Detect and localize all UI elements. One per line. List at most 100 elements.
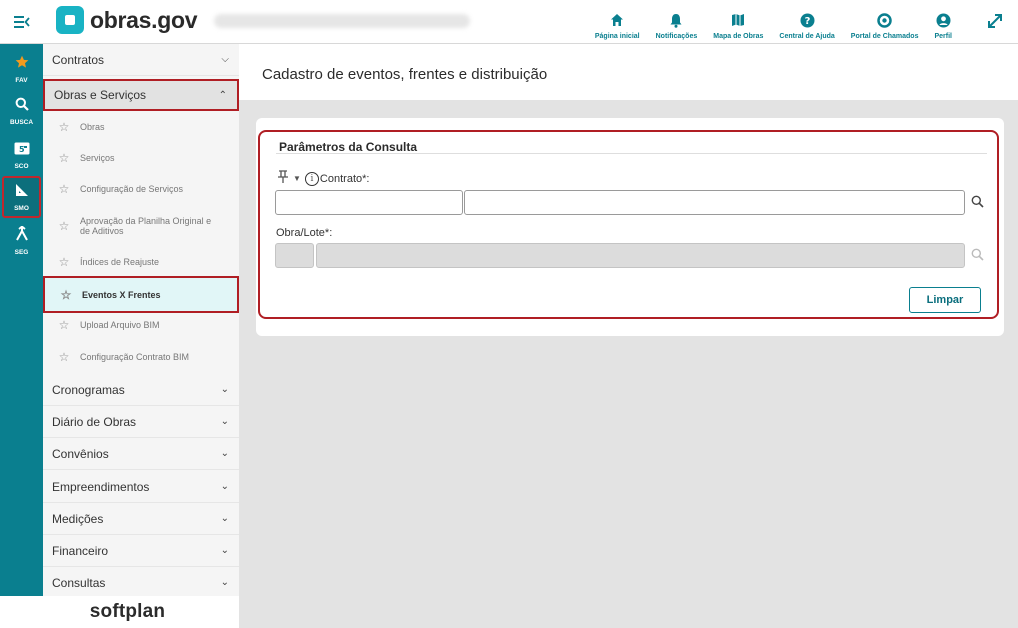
sidebar-item-label: Eventos X Frentes	[82, 289, 161, 300]
sidebar-group-obras-servicos[interactable]: Obras e Serviços ⌃	[43, 79, 239, 111]
obra-lote-label: Obra/Lote*:	[276, 227, 333, 239]
sidebar-item-obras[interactable]: ☆ Obras	[43, 112, 239, 142]
bell-icon	[669, 11, 683, 29]
logo-text: obras.gov	[90, 6, 198, 33]
sidebar-item-label: Obras	[80, 122, 105, 132]
rail-item-label: FAV	[15, 76, 28, 84]
contrato-code-input[interactable]	[275, 190, 463, 215]
sidebar-item-config-servicos[interactable]: ☆ Configuração de Serviços	[43, 174, 239, 204]
star-outline-icon: ☆	[60, 287, 72, 302]
ruler-triangle-icon	[15, 183, 29, 202]
rail-item-busca[interactable]: BUSCA	[2, 90, 41, 132]
sidebar-item-aprovacao[interactable]: ☆ Aprovação da Planilha Original e de Ad…	[43, 206, 239, 246]
logo-icon	[56, 6, 84, 34]
nav-profile-label: Perfil	[934, 33, 952, 40]
sidebar-group-medicoes[interactable]: Medições ⌄	[43, 503, 239, 535]
sco-icon: 5	[14, 142, 30, 160]
obra-search-icon[interactable]	[971, 248, 984, 264]
rail-item-sco[interactable]: 5 SCO	[2, 135, 41, 177]
sidebar-group-label: Contratos	[52, 52, 105, 67]
sidebar-item-servicos[interactable]: ☆ Serviços	[43, 143, 239, 173]
environment-label-blurred	[214, 14, 470, 28]
page-title: Cadastro de eventos, frentes e distribui…	[262, 66, 548, 83]
sidebar-group-consultas[interactable]: Consultas ⌄	[43, 567, 239, 596]
sidebar-item-label: Configuração de Serviços	[80, 184, 184, 194]
module-rail: FAV BUSCA 5 SCO SMO SEG	[0, 44, 43, 596]
contrato-description-input[interactable]	[464, 190, 965, 215]
nav-map[interactable]: Mapa de Obras	[705, 4, 771, 40]
chevron-up-icon: ⌃	[218, 89, 227, 101]
chevron-down-icon: ⌄	[220, 481, 229, 492]
sidebar-group-convenios[interactable]: Convênios ⌄	[43, 438, 239, 470]
top-header: obras.gov Página inicial Notificações Ma…	[0, 0, 1018, 44]
sidebar-menu: Contratos ⌵ Obras e Serviços ⌃ ☆ Obras ☆…	[43, 44, 239, 596]
sidebar-item-label-line1: Aprovação da Planilha Original e	[80, 216, 212, 226]
nav-tickets[interactable]: Portal de Chamados	[843, 4, 927, 40]
home-icon	[610, 11, 624, 29]
user-icon	[936, 11, 951, 29]
top-navigation: Página inicial Notificações Mapa de Obra…	[587, 4, 960, 40]
map-icon	[731, 11, 745, 29]
sidebar-footer: softplan	[0, 596, 239, 628]
caret-down-icon[interactable]: ▼	[293, 174, 301, 183]
help-icon: ?	[800, 11, 815, 29]
rail-item-label: SMO	[14, 204, 29, 212]
sidebar-item-upload-bim[interactable]: ☆ Upload Arquivo BIM	[43, 310, 239, 340]
sidebar-group-label: Financeiro	[52, 543, 109, 558]
sidebar-group-contratos[interactable]: Contratos ⌵	[43, 44, 239, 76]
sidebar-group-empreendimentos[interactable]: Empreendimentos ⌄	[43, 471, 239, 503]
contrato-label: Contrato*:	[319, 172, 370, 185]
sidebar-group-label: Convênios	[52, 446, 109, 461]
rail-item-smo[interactable]: SMO	[2, 176, 41, 218]
sidebar-group-cronogramas[interactable]: Cronogramas ⌄	[43, 374, 239, 406]
sidebar-item-config-bim[interactable]: ☆ Configuração Contrato BIM	[43, 342, 239, 372]
sidebar-group-financeiro[interactable]: Financeiro ⌄	[43, 535, 239, 567]
collapse-menu-icon[interactable]	[10, 11, 34, 33]
chevron-down-icon: ⌄	[220, 577, 229, 588]
sidebar-group-diario[interactable]: Diário de Obras ⌄	[43, 406, 239, 438]
sidebar-group-label: Consultas	[52, 575, 106, 590]
svg-text:?: ?	[804, 16, 810, 27]
nav-home-label: Página inicial	[594, 33, 640, 40]
nav-profile[interactable]: Perfil	[926, 4, 960, 40]
expand-arrows-icon[interactable]	[986, 12, 1006, 32]
merge-icon	[15, 225, 29, 246]
nav-notifications[interactable]: Notificações	[648, 4, 706, 40]
sidebar-group-label: Cronogramas	[52, 382, 125, 397]
rail-item-fav[interactable]: FAV	[2, 48, 41, 90]
nav-home[interactable]: Página inicial	[587, 4, 648, 40]
star-outline-icon: ☆	[58, 255, 70, 269]
search-icon	[15, 97, 29, 116]
divider	[276, 153, 987, 154]
app-logo[interactable]: obras.gov	[56, 6, 198, 34]
query-parameters-panel: Parâmetros da Consulta ▼ i Contrato*: Ob…	[258, 130, 999, 319]
sidebar-group-label: Obras e Serviços	[54, 88, 147, 102]
params-title: Parâmetros da Consulta	[279, 140, 418, 154]
star-outline-icon: ☆	[58, 350, 70, 364]
sidebar-item-label-line2: de Aditivos	[80, 226, 124, 236]
star-outline-icon: ☆	[58, 182, 70, 196]
contrato-search-icon[interactable]	[971, 195, 984, 211]
sidebar-item-eventos-frentes[interactable]: ☆ Eventos X Frentes	[43, 276, 239, 313]
star-outline-icon: ☆	[58, 120, 70, 134]
info-icon[interactable]: i	[304, 171, 319, 186]
clear-button[interactable]: Limpar	[909, 287, 981, 313]
chevron-down-icon: ⌄	[220, 384, 229, 395]
rail-item-label: SCO	[14, 163, 29, 170]
sidebar-item-label: Upload Arquivo BIM	[80, 320, 160, 330]
page-title-bar: Cadastro de eventos, frentes e distribui…	[239, 44, 1018, 100]
sidebar-group-label: Medições	[52, 511, 104, 526]
sidebar-item-indices[interactable]: ☆ Índices de Reajuste	[43, 247, 239, 277]
obra-description-input[interactable]	[316, 243, 965, 268]
pin-icon[interactable]	[277, 170, 289, 187]
sidebar-item-label: Aprovação da Planilha Original e de Adit…	[80, 216, 211, 236]
chevron-down-icon: ⌄	[220, 448, 229, 459]
star-outline-icon: ☆	[58, 318, 70, 332]
rail-item-seg[interactable]: SEG	[2, 220, 41, 262]
nav-help[interactable]: ? Central de Ajuda	[771, 4, 842, 40]
star-outline-icon: ☆	[58, 219, 70, 233]
chevron-down-icon: ⌄	[220, 416, 229, 427]
sidebar-item-label: Serviços	[80, 153, 115, 163]
obra-code-input[interactable]	[275, 243, 314, 268]
chevron-down-icon: ⌵	[221, 54, 229, 65]
